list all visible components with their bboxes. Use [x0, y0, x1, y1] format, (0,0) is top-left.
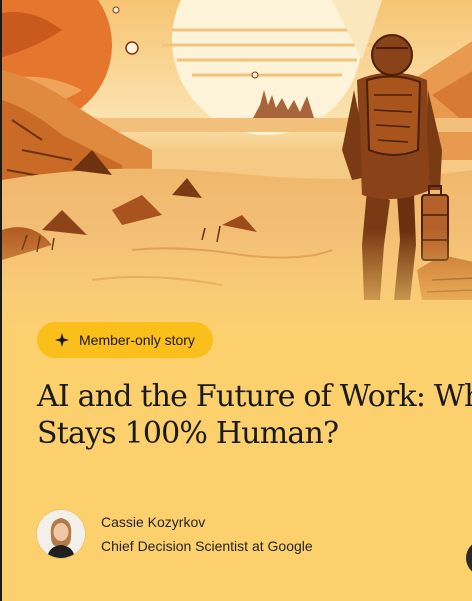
article-title-line-1: AI and the Future of Work: What [37, 379, 472, 414]
article-title-line-2: Stays 100% Human? [37, 416, 339, 451]
floating-action-button[interactable] [466, 540, 472, 576]
author-block: Cassie Kozyrkov Chief Decision Scientist… [37, 510, 457, 560]
story-page: Member-only story AI and the Future of W… [0, 0, 472, 601]
member-only-badge[interactable]: Member-only story [37, 322, 213, 358]
sparkle-star-icon [55, 333, 69, 347]
hero-illustration [2, 0, 472, 340]
member-only-label: Member-only story [79, 332, 195, 348]
article-title: AI and the Future of Work: What Stays 10… [37, 378, 472, 452]
author-name[interactable]: Cassie Kozyrkov [101, 514, 205, 530]
author-avatar[interactable] [37, 510, 85, 558]
author-role: Chief Decision Scientist at Google [101, 538, 313, 554]
